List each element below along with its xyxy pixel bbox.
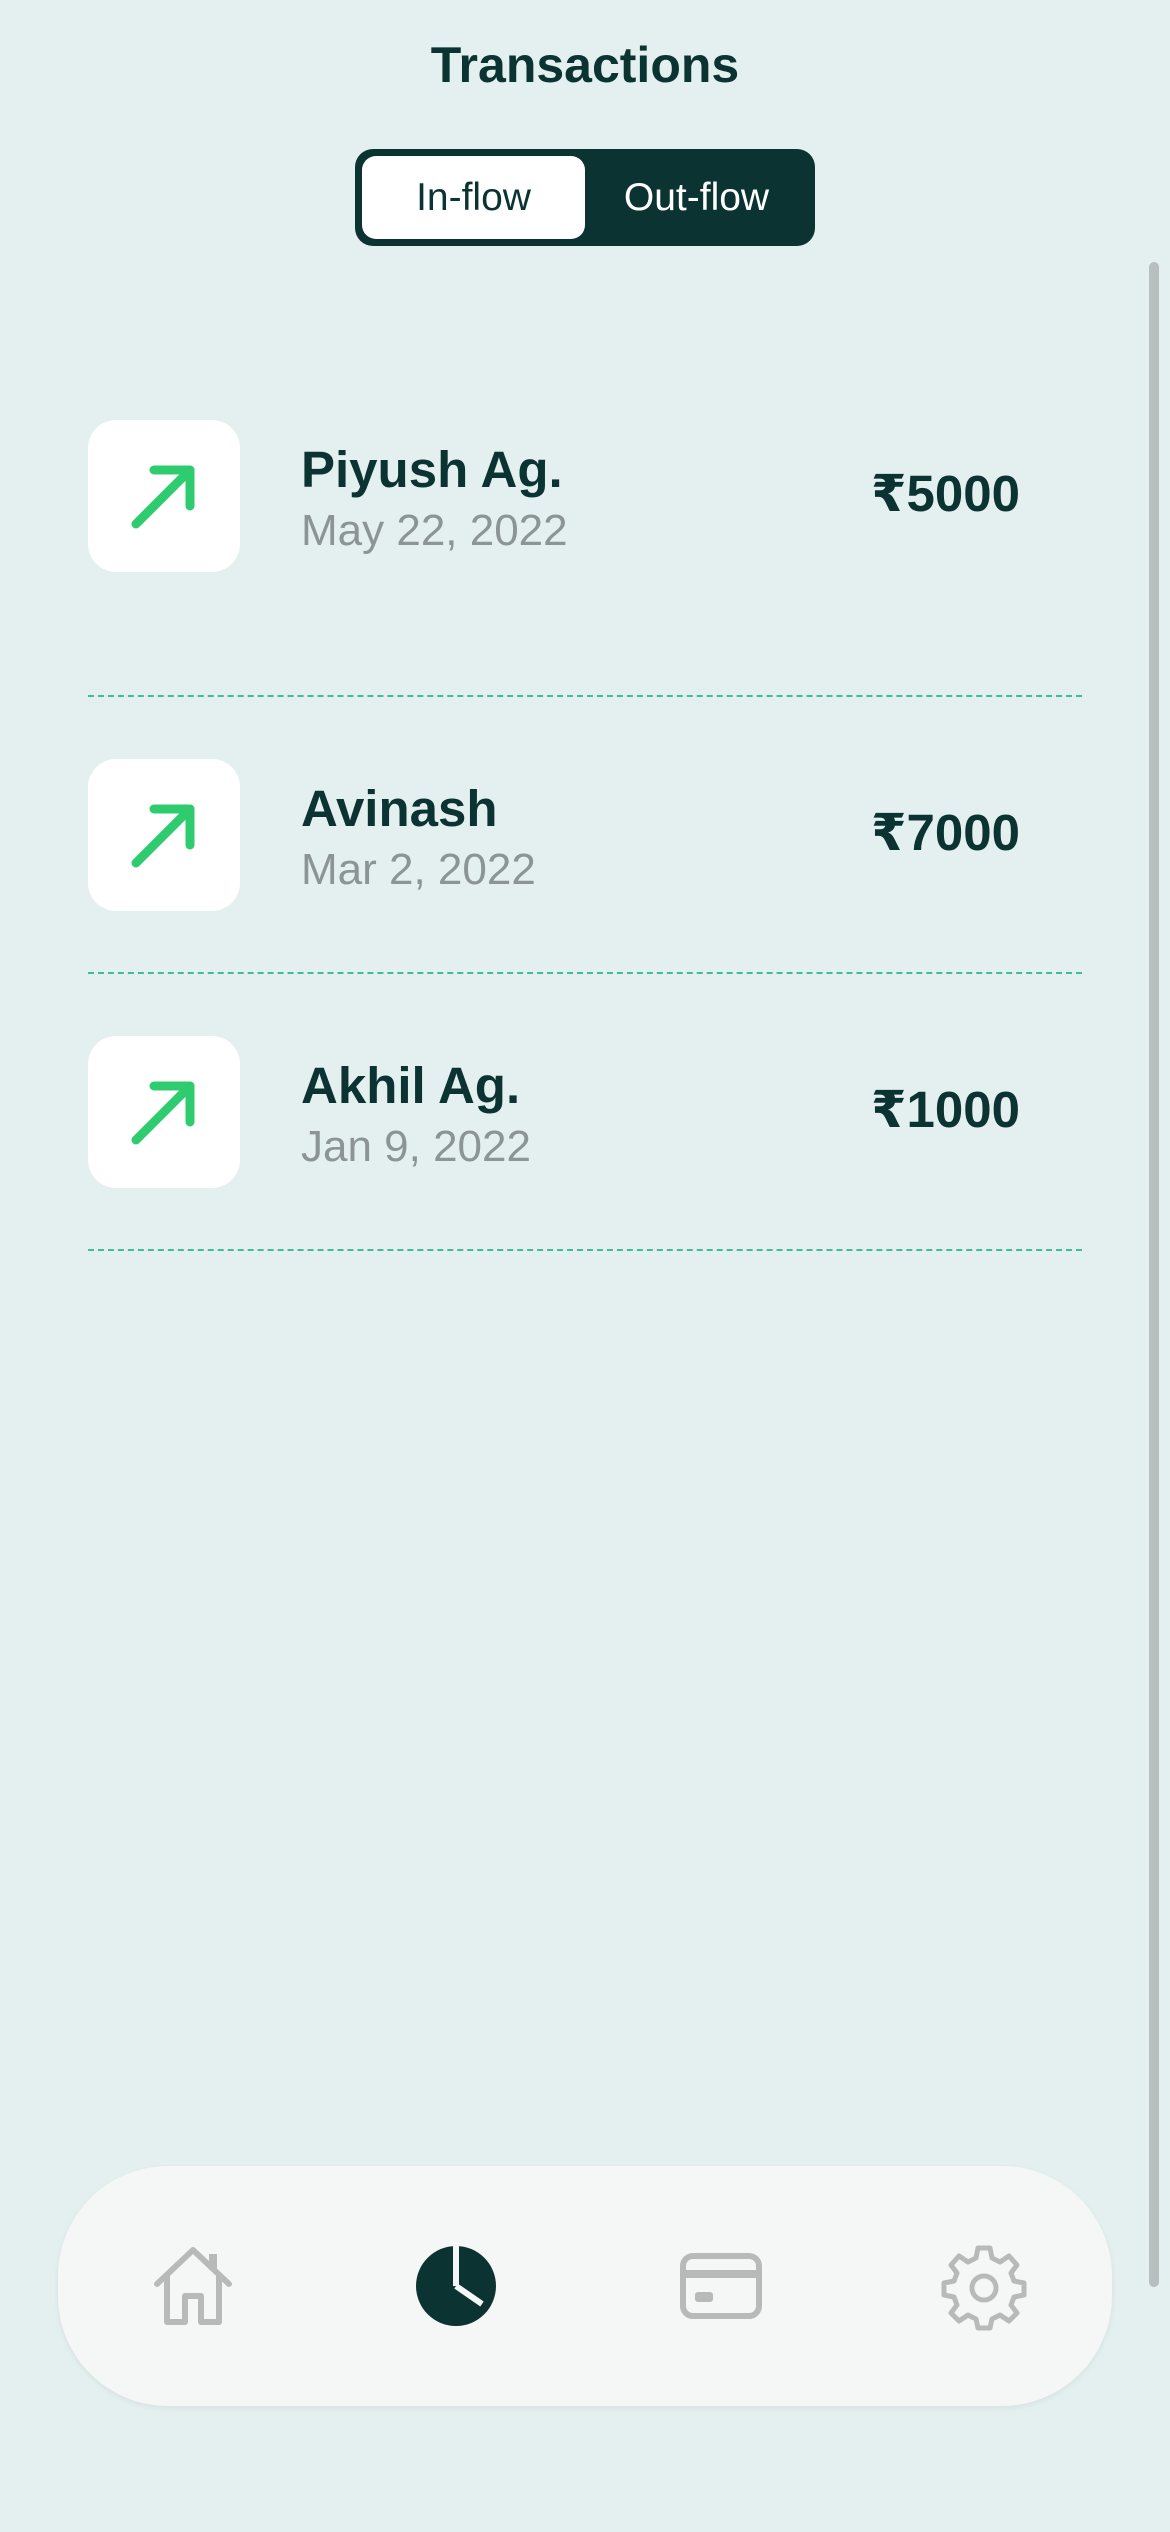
card-icon [680, 2253, 762, 2319]
transaction-row[interactable]: Avinash Mar 2, 2022 ₹7000 [88, 697, 1082, 974]
arrow-up-right-icon [88, 759, 240, 911]
transaction-list: Piyush Ag. May 22, 2022 ₹5000 Avinash Ma… [88, 420, 1082, 1251]
gear-icon [941, 2245, 1027, 2331]
transaction-date: May 22, 2022 [301, 506, 568, 555]
tab-analytics[interactable] [406, 2236, 506, 2336]
pie-chart-icon [416, 2246, 496, 2326]
arrow-up-right-icon [88, 1036, 240, 1188]
arrow-up-right-icon [88, 420, 240, 572]
page-title: Transactions [430, 37, 740, 93]
transaction-name: Piyush Ag. [301, 441, 563, 498]
tab-out-flow[interactable]: Out-flow [585, 156, 808, 239]
tab-in-flow[interactable]: In-flow [362, 156, 585, 239]
transaction-row[interactable]: Akhil Ag. Jan 9, 2022 ₹1000 [88, 974, 1082, 1251]
transaction-date: Mar 2, 2022 [301, 845, 536, 894]
transaction-date: Jan 9, 2022 [301, 1122, 531, 1171]
transactions-screen: Transactions In-flow Out-flow Piyush Ag.… [0, 0, 1170, 2532]
home-icon [154, 2247, 232, 2325]
bottom-tab-bar [58, 2166, 1112, 2406]
tab-home[interactable] [143, 2236, 243, 2336]
tab-cards[interactable] [671, 2236, 771, 2336]
flow-segmented-control: In-flow Out-flow [355, 149, 815, 246]
transaction-amount: ₹5000 [871, 465, 1020, 522]
transaction-row[interactable]: Piyush Ag. May 22, 2022 ₹5000 [88, 420, 1082, 697]
transaction-name: Akhil Ag. [301, 1057, 521, 1114]
transaction-amount: ₹7000 [871, 804, 1020, 861]
transaction-name: Avinash [301, 780, 498, 837]
tab-settings[interactable] [934, 2236, 1034, 2336]
transaction-amount: ₹1000 [871, 1081, 1020, 1138]
scrollbar[interactable] [1149, 262, 1159, 2287]
